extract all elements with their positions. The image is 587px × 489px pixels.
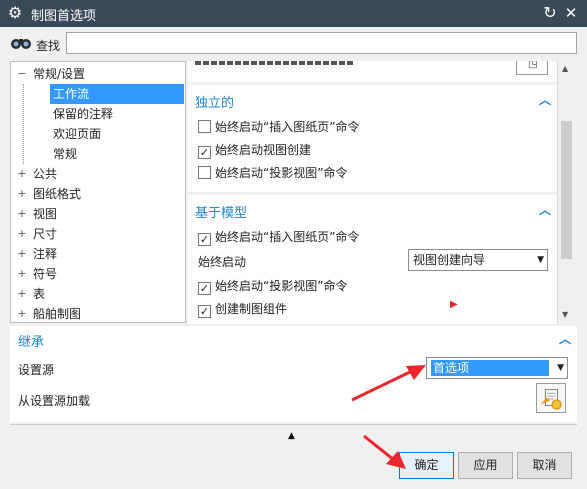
title-bar: ⚙ 制图首选项 ↻ ✕ (0, 0, 587, 27)
page-icon: ◳ (528, 61, 538, 70)
tree-item-annotation[interactable]: + 注释 (11, 244, 185, 264)
tree-item-label: 图纸格式 (33, 187, 82, 201)
tree-item-label: 符号 (33, 267, 58, 281)
window-title: 制图首选项 (31, 9, 97, 24)
checkbox-checked[interactable]: ✓ (198, 305, 211, 318)
tree-item-label: 表 (33, 287, 46, 301)
scrolled-section: ◳ (188, 61, 557, 82)
independent-projected-view-option[interactable]: 始终启动“投影视图”命令 (198, 164, 347, 182)
chevron-down-icon: ▼ (537, 255, 544, 265)
model-based-section-title: 基于模型 (195, 206, 248, 221)
tree-item-label: 船舶制图 (33, 307, 82, 321)
load-settings-button[interactable] (536, 383, 566, 413)
tree-item-label: 保留的注释 (53, 107, 114, 121)
load-settings-icon (540, 389, 562, 410)
inherit-section: 继承 ︿ 设置源 首选项 ▼ 从设置源加载 (10, 326, 577, 422)
expand-toggle[interactable]: + (17, 244, 27, 264)
independent-insert-sheet-option[interactable]: 始终启动“插入图纸页”命令 (198, 118, 359, 136)
settings-source-dropdown[interactable]: 首选项 ▼ (426, 357, 568, 379)
scroll-down-icon[interactable]: ▼ (562, 310, 568, 319)
dropdown-value: 首选项 (431, 360, 549, 376)
option-label: 创建制图组件 (215, 302, 288, 316)
expand-toggle[interactable]: + (17, 204, 27, 224)
find-input[interactable] (66, 32, 577, 54)
tree-item-view[interactable]: + 视图 (11, 204, 185, 224)
checkbox[interactable] (198, 120, 211, 133)
model-based-section: 基于模型 ︿ ✓ 始终启动“插入图纸页”命令 始终启动 视图创建向导 ▼ ✓ 始终启… (188, 195, 557, 324)
clipped-text-row (195, 61, 355, 65)
tree-item-label: 公共 (33, 167, 58, 181)
close-icon[interactable]: ✕ (562, 3, 580, 23)
chevron-down-icon: ▼ (557, 363, 564, 373)
tree-item-label: 视图 (33, 207, 58, 221)
tree-item-general-settings[interactable]: − 常规/设置 (11, 64, 185, 84)
always-start-dropdown[interactable]: 视图创建向导 ▼ (408, 249, 548, 271)
tree-item-table[interactable]: + 表 (11, 284, 185, 304)
collapse-toggle[interactable]: − (17, 64, 27, 84)
settings-source-label: 设置源 (18, 363, 55, 377)
checkbox[interactable] (198, 166, 211, 179)
gear-icon[interactable]: ⚙ (6, 4, 24, 22)
expand-toggle[interactable]: + (17, 224, 27, 244)
inherit-section-title: 继承 (18, 335, 45, 350)
checkbox-checked[interactable]: ✓ (198, 233, 211, 246)
scroll-thumb[interactable] (561, 121, 572, 259)
collapse-arrow-icon[interactable]: ▲ (288, 431, 295, 441)
apply-button[interactable]: 应用 (458, 452, 513, 479)
tree-item-general[interactable]: 常规 (11, 144, 185, 164)
tree-item-welcome-page[interactable]: 欢迎页面 (11, 124, 185, 144)
binoculars-icon (11, 39, 31, 49)
load-from-source-label: 从设置源加载 (18, 394, 91, 408)
option-label: 始终启动视图创建 (215, 143, 312, 157)
independent-section: 独立的 ︿ 始终启动“插入图纸页”命令 ✓ 始终启动视图创建 始终启动“投影视图”… (188, 85, 557, 192)
collapse-caret-icon[interactable]: ︿ (539, 94, 551, 106)
tree-item-label: 欢迎页面 (53, 127, 102, 141)
page-icon-button[interactable]: ◳ (516, 61, 548, 75)
option-label: 始终启动“插入图纸页”命令 (215, 120, 360, 134)
tree-item-label: 工作流 (50, 84, 184, 104)
tree-item-ship-drafting[interactable]: + 船舶制图 (11, 304, 185, 322)
expand-toggle[interactable]: + (17, 264, 27, 284)
tree-item-retained-annotations[interactable]: 保留的注释 (11, 104, 185, 124)
checkbox-checked[interactable]: ✓ (198, 146, 211, 159)
tree-item-label: 常规/设置 (33, 67, 86, 81)
tree-item-common[interactable]: + 公共 (11, 164, 185, 184)
independent-section-title: 独立的 (195, 96, 235, 111)
tree-item-label: 注释 (33, 247, 58, 261)
category-tree: − 常规/设置 工作流 保留的注释 欢迎页面 常规 + 公共 + 图纸格式 + … (10, 61, 186, 323)
option-label: 始终启动“投影视图”命令 (215, 166, 348, 180)
ok-button[interactable]: 确定 (399, 452, 454, 479)
tree-item-label: 常规 (53, 147, 78, 161)
expand-toggle[interactable]: + (17, 184, 27, 204)
always-start-label: 始终启动 (198, 255, 247, 269)
option-label: 始终启动“投影视图”命令 (215, 279, 348, 293)
expand-toggle[interactable]: + (17, 284, 27, 304)
options-pane: ◳ 独立的 ︿ 始终启动“插入图纸页”命令 ✓ 始终启动视图创建 始终启动“投影视… (188, 61, 557, 324)
independent-view-creation-option[interactable]: ✓ 始终启动视图创建 (198, 141, 311, 159)
tree-item-drawing-format[interactable]: + 图纸格式 (11, 184, 185, 204)
checkbox-checked[interactable]: ✓ (198, 282, 211, 295)
scroll-up-icon[interactable]: ▲ (562, 64, 568, 73)
collapse-caret-icon[interactable]: ︿ (559, 333, 571, 345)
cancel-button[interactable]: 取消 (517, 452, 572, 479)
separator (10, 424, 577, 425)
red-marker-icon: ▶ (450, 299, 458, 310)
vertical-scrollbar[interactable]: ▲ ▼ (557, 61, 575, 324)
collapse-caret-icon[interactable]: ︿ (539, 204, 551, 216)
expand-toggle[interactable]: + (17, 304, 27, 322)
create-drafting-component-option[interactable]: ✓ 创建制图组件 (198, 300, 287, 318)
model-projected-view-option[interactable]: ✓ 始终启动“投影视图”命令 (198, 277, 347, 295)
tree-item-symbol[interactable]: + 符号 (11, 264, 185, 284)
dropdown-value: 视图创建向导 (413, 253, 486, 267)
model-insert-sheet-option[interactable]: ✓ 始终启动“插入图纸页”命令 (198, 228, 359, 246)
tree-item-label: 尺寸 (33, 227, 58, 241)
find-label: 查找 (36, 39, 61, 53)
option-label: 始终启动“插入图纸页”命令 (215, 230, 360, 244)
tree-item-dimension[interactable]: + 尺寸 (11, 224, 185, 244)
reset-icon[interactable]: ↻ (541, 3, 559, 23)
tree-item-workflow[interactable]: 工作流 (11, 84, 185, 104)
expand-toggle[interactable]: + (17, 164, 27, 184)
